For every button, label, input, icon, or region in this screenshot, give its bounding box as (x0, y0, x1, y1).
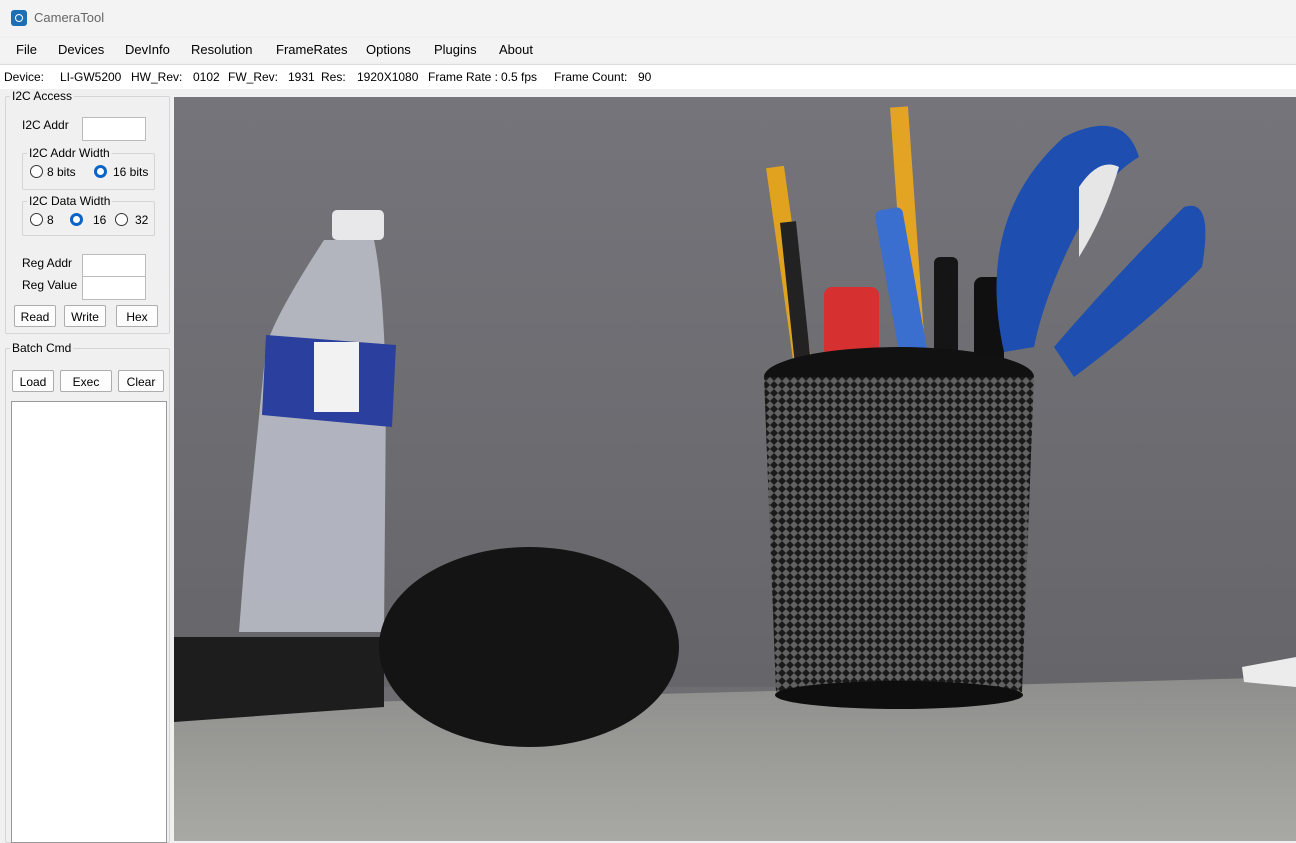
menu-file[interactable]: File (16, 42, 37, 57)
write-button[interactable]: Write (64, 305, 106, 327)
exec-button[interactable]: Exec (60, 370, 112, 392)
data-width-32-label: 32 (135, 213, 149, 227)
addr-width-8-label: 8 bits (47, 165, 76, 179)
batch-cmd-title: Batch Cmd (12, 341, 72, 355)
camera-preview (174, 97, 1296, 841)
camera-frame-image (174, 97, 1296, 841)
menu-bar: File Devices DevInfo Resolution FrameRat… (0, 38, 1296, 62)
device-status-line: Device: LI-GW5200 HW_Rev: 0102 FW_Rev: 1… (0, 64, 1296, 89)
menu-devinfo[interactable]: DevInfo (125, 42, 170, 57)
data-width-8-radio[interactable] (30, 213, 43, 226)
addr-width-16-radio[interactable] (94, 165, 107, 178)
frame-rate-value: 0.5 fps (501, 70, 538, 84)
clear-button[interactable]: Clear (118, 370, 164, 392)
addr-width-16-label: 16 bits (113, 165, 149, 179)
keyboard-shape (174, 637, 384, 722)
data-width-8-label: 8 (47, 213, 54, 227)
res-value: 1920X1080 (357, 70, 419, 84)
device-label: Device: (4, 70, 45, 84)
reg-addr-label: Reg Addr (22, 256, 73, 270)
menu-plugins[interactable]: Plugins (434, 42, 477, 57)
mouse-shape (379, 547, 679, 747)
camera-app-icon (11, 10, 27, 26)
frame-count-value: 90 (638, 70, 652, 84)
window-title: CameraTool (34, 10, 105, 25)
reg-addr-input[interactable] (82, 254, 146, 278)
menu-devices[interactable]: Devices (58, 42, 104, 57)
addr-width-8-radio[interactable] (30, 165, 43, 178)
menu-options[interactable]: Options (366, 42, 411, 57)
menu-resolution[interactable]: Resolution (191, 42, 252, 57)
left-control-panel: I2C Access I2C Addr I2C Addr Width 8 bit… (0, 89, 174, 843)
hw-rev-label: HW_Rev: (131, 70, 183, 84)
reg-value-label: Reg Value (22, 278, 78, 292)
res-label: Res: (321, 70, 346, 84)
load-button[interactable]: Load (12, 370, 54, 392)
menu-about[interactable]: About (499, 42, 533, 57)
batch-command-list[interactable] (11, 401, 167, 843)
device-value: LI-GW5200 (60, 70, 122, 84)
hex-button[interactable]: Hex (116, 305, 158, 327)
data-width-32-radio[interactable] (115, 213, 128, 226)
mesh-pen-cup (764, 347, 1034, 709)
read-button[interactable]: Read (14, 305, 56, 327)
reg-value-input[interactable] (82, 276, 146, 300)
i2c-addr-input[interactable] (82, 117, 146, 141)
fw-rev-value: 1931 (288, 70, 315, 84)
data-width-16-radio[interactable] (70, 213, 83, 226)
i2c-addr-label: I2C Addr (22, 118, 69, 132)
fw-rev-label: FW_Rev: (228, 70, 279, 84)
i2c-access-title: I2C Access (12, 89, 73, 103)
frame-rate-label: Frame Rate : (428, 70, 499, 84)
menu-framerates[interactable]: FrameRates (276, 42, 348, 57)
data-width-16-label: 16 (93, 213, 107, 227)
frame-count-label: Frame Count: (554, 70, 628, 84)
i2c-data-width-title: I2C Data Width (29, 194, 111, 208)
hw-rev-value: 0102 (193, 70, 220, 84)
title-bar: CameraTool (0, 0, 1296, 36)
i2c-addr-width-title: I2C Addr Width (29, 146, 110, 160)
